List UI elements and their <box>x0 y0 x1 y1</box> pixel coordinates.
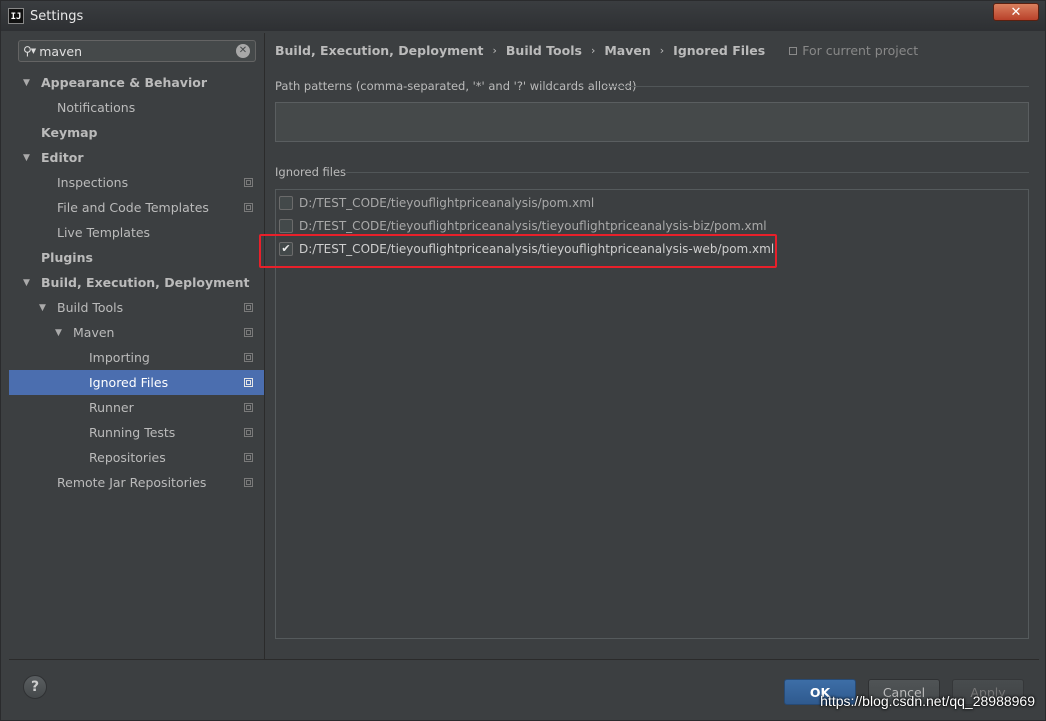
sidebar-item-label: Runner <box>89 400 134 415</box>
search-options-chevron-icon[interactable]: ▼ <box>31 47 36 55</box>
settings-search-box[interactable]: ⚲ ▼ ✕ <box>18 40 256 62</box>
breadcrumb-separator-icon: › <box>492 44 497 57</box>
sidebar-item-repositories[interactable]: Repositories <box>9 445 264 470</box>
sidebar-item-notifications[interactable]: Notifications <box>9 95 264 120</box>
expand-arrow-icon[interactable]: ▼ <box>23 278 30 288</box>
window-close-button[interactable]: ✕ <box>993 3 1039 21</box>
intellij-app-icon: IJ <box>8 8 24 24</box>
breadcrumb-item: Build Tools <box>505 43 582 58</box>
breadcrumb: Build, Execution, Deployment › Build Tools… <box>275 43 918 58</box>
scope-label: For current project <box>802 43 919 58</box>
project-scope-icon <box>244 478 253 487</box>
sidebar-item-maven[interactable]: ▼ Maven <box>9 320 264 345</box>
project-scope-icon <box>244 303 253 312</box>
sidebar-item-running-tests[interactable]: Running Tests <box>9 420 264 445</box>
breadcrumb-item: Ignored Files <box>673 43 766 58</box>
expand-arrow-icon[interactable]: ▼ <box>55 328 62 338</box>
project-scope-icon <box>789 46 798 55</box>
ignored-file-checkbox[interactable] <box>279 218 293 233</box>
sidebar-item-label: Importing <box>89 350 150 365</box>
sidebar-item-label: Running Tests <box>89 425 176 440</box>
expand-arrow-icon[interactable]: ▼ <box>23 153 30 163</box>
path-patterns-input[interactable] <box>275 102 1029 142</box>
project-scope-icon <box>244 378 253 387</box>
project-scope-icon <box>244 178 253 187</box>
settings-window: IJ Settings ✕ ⚲ ▼ ✕ ▼ Appearance & Behavi… <box>0 0 1046 721</box>
window-title: Settings <box>30 8 84 24</box>
sidebar-item-label: Ignored Files <box>89 375 169 390</box>
breadcrumb-item: Build, Execution, Deployment <box>275 43 484 58</box>
ignored-files-label: Ignored files <box>275 165 347 179</box>
project-scope-icon <box>244 428 253 437</box>
path-patterns-separator <box>605 86 1029 87</box>
sidebar-item-label: Editor <box>41 150 84 165</box>
help-button[interactable]: ? <box>23 675 47 699</box>
project-scope-icon <box>244 403 253 412</box>
settings-content-panel: Build, Execution, Deployment › Build Tools… <box>265 33 1039 659</box>
sidebar-item-label: File and Code Templates <box>57 200 209 215</box>
sidebar-item-label: Remote Jar Repositories <box>57 475 207 490</box>
project-scope-icon <box>244 328 253 337</box>
sidebar-item-label: Build, Execution, Deployment <box>41 275 250 290</box>
sidebar-item-editor[interactable]: ▼ Editor <box>9 145 264 170</box>
sidebar-item-runner[interactable]: Runner <box>9 395 264 420</box>
sidebar-item-importing[interactable]: Importing <box>9 345 264 370</box>
path-patterns-label: Path patterns (comma-separated, '*' and … <box>275 79 637 93</box>
project-scope-icon <box>244 353 253 362</box>
settings-search-input[interactable] <box>39 43 220 59</box>
sidebar-item-label: Maven <box>73 325 115 340</box>
expand-arrow-icon[interactable]: ▼ <box>39 303 46 313</box>
project-scope-icon <box>244 453 253 462</box>
sidebar-item-label: Inspections <box>57 175 129 190</box>
sidebar-item-label: Plugins <box>41 250 93 265</box>
project-scope-icon <box>244 203 253 212</box>
ignored-file-path: D:/TEST_CODE/tieyouflightpriceanalysis/t… <box>299 218 767 233</box>
sidebar-item-inspections[interactable]: Inspections <box>9 170 264 195</box>
settings-tree: ▼ Appearance & Behavior Notifications Keyma… <box>9 70 264 495</box>
close-icon: ✕ <box>1010 4 1022 20</box>
help-question-icon: ? <box>30 679 40 695</box>
scope-indicator: For current project <box>789 43 918 58</box>
ignored-file-path: D:/TEST_CODE/tieyouflightpriceanalysis/p… <box>299 195 595 210</box>
sidebar-item-label: Live Templates <box>57 225 151 240</box>
sidebar-item-build-execution-deployment[interactable]: ▼ Build, Execution, Deployment <box>9 270 264 295</box>
sidebar-item-label: Repositories <box>89 450 166 465</box>
settings-sidebar: ⚲ ▼ ✕ ▼ Appearance & Behavior Notification… <box>9 33 264 659</box>
sidebar-item-plugins[interactable]: Plugins <box>9 245 264 270</box>
sidebar-item-label: Build Tools <box>57 300 124 315</box>
sidebar-item-file-and-code-templates[interactable]: File and Code Templates <box>9 195 264 220</box>
breadcrumb-separator-icon: › <box>590 44 596 57</box>
sidebar-item-label: Keymap <box>41 125 98 140</box>
red-highlight-annotation <box>259 234 777 268</box>
sidebar-item-keymap[interactable]: Keymap <box>9 120 264 145</box>
title-bar: IJ Settings ✕ <box>1 1 1045 31</box>
sidebar-item-build-tools[interactable]: ▼ Build Tools <box>9 295 264 320</box>
sidebar-item-appearance-behavior[interactable]: ▼ Appearance & Behavior <box>9 70 264 95</box>
sidebar-item-label: Appearance & Behavior <box>41 75 207 90</box>
sidebar-item-live-templates[interactable]: Live Templates <box>9 220 264 245</box>
breadcrumb-separator-icon: › <box>659 44 665 57</box>
clear-search-icon[interactable]: ✕ <box>236 44 250 58</box>
sidebar-item-label: Notifications <box>57 100 136 115</box>
footer-divider <box>9 659 1039 660</box>
ignored-file-checkbox[interactable] <box>279 195 293 210</box>
breadcrumb-item: Maven <box>604 43 651 58</box>
ignored-file-row[interactable]: D:/TEST_CODE/tieyouflightpriceanalysis/p… <box>276 191 594 214</box>
expand-arrow-icon[interactable]: ▼ <box>23 78 30 88</box>
csdn-watermark: https://blog.csdn.net/qq_28988969 <box>820 693 1035 709</box>
sidebar-item-remote-jar-repositories[interactable]: Remote Jar Repositories <box>9 470 264 495</box>
ignored-files-separator <box>346 172 1029 173</box>
sidebar-item-ignored-files[interactable]: Ignored Files <box>9 370 264 395</box>
